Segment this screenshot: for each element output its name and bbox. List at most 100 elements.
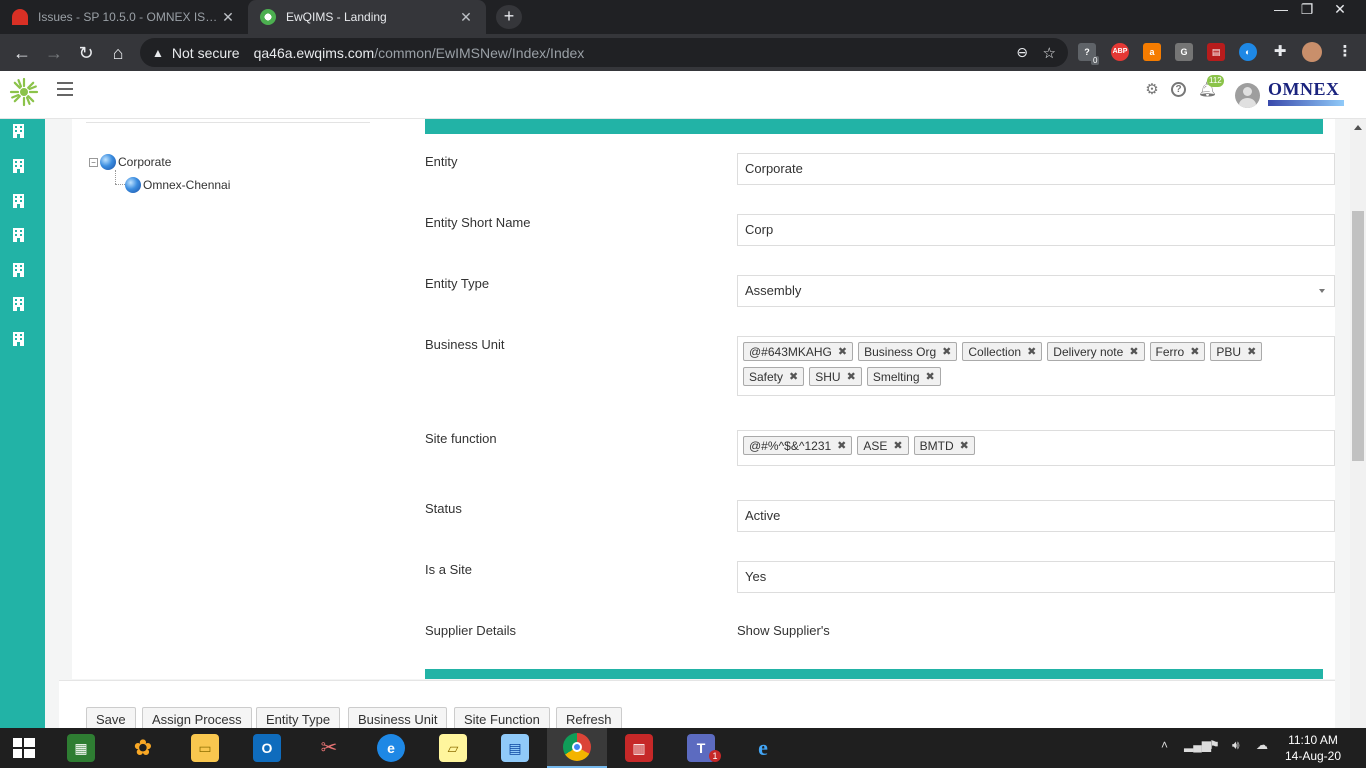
extension-badge: 0 (1091, 56, 1100, 65)
address-bar[interactable]: ▲ Not secure qa46a.ewqims.com/common/EwI… (140, 38, 1068, 67)
business-unit-label: Business Unit (425, 337, 505, 352)
remove-tag-icon[interactable]: ✖ (1129, 345, 1138, 358)
status-field[interactable]: Active (737, 500, 1335, 532)
pdf-extension-icon[interactable]: ▤ (1207, 43, 1225, 61)
file-explorer-icon[interactable]: ▭ (175, 728, 235, 768)
profile-avatar[interactable] (1302, 42, 1322, 62)
snipping-tool-icon[interactable]: ✂ (299, 728, 359, 768)
site-function-tag: @#%^$&^1231 ✖ (743, 436, 853, 455)
reload-icon[interactable]: ↻ (74, 41, 98, 65)
extension-color-icon[interactable]: ◐ (1239, 43, 1257, 61)
building-icon[interactable] (12, 228, 25, 242)
clock-date: 14-Aug-20 (1284, 749, 1342, 763)
flag-icon[interactable]: ⚑ (1209, 738, 1220, 752)
home-icon[interactable]: ⌂ (106, 41, 130, 65)
chevron-down-icon[interactable] (1319, 289, 1325, 293)
security-label: Not secure (171, 44, 240, 61)
close-icon[interactable]: ✕ (458, 9, 474, 26)
new-tab-button[interactable]: + (496, 5, 522, 29)
back-icon[interactable]: ← (10, 41, 34, 65)
tab-ewqims[interactable]: EwQIMS - Landing ✕ (248, 0, 486, 34)
tree-node-corporate[interactable]: − Corporate (89, 154, 171, 170)
remove-tag-icon[interactable]: ✖ (789, 370, 798, 383)
remove-tag-icon[interactable]: ✖ (1247, 345, 1256, 358)
business-unit-tag: Safety ✖ (743, 367, 805, 386)
section-footer-bar (425, 669, 1323, 679)
remove-tag-icon[interactable]: ✖ (847, 370, 856, 383)
network-icon[interactable]: ▂▄▆ (1184, 738, 1211, 752)
assign-process-button[interactable]: Assign Process (142, 707, 252, 729)
globe-icon (260, 9, 276, 25)
entity-short-name-field[interactable]: Corp (737, 214, 1335, 246)
business-unit-tag: Business Org ✖ (858, 342, 958, 361)
page-scrollbar[interactable] (1350, 119, 1366, 729)
hamburger-menu-icon[interactable] (57, 82, 73, 100)
sticky-notes-icon[interactable]: ▱ (423, 728, 483, 768)
calendar-app-icon[interactable]: ▦ (51, 728, 111, 768)
site-function-button[interactable]: Site Function (454, 707, 550, 729)
entity-type-select[interactable]: Assembly (737, 275, 1335, 307)
remove-tag-icon[interactable]: ✖ (838, 345, 847, 358)
refresh-button[interactable]: Refresh (556, 707, 622, 729)
flower-app-icon[interactable]: ✿ (113, 728, 173, 768)
remove-tag-icon[interactable]: ✖ (960, 439, 969, 452)
menu-dots-icon[interactable]: ⋮ (1336, 43, 1354, 61)
building-icon[interactable] (12, 124, 25, 138)
scrollbar-thumb[interactable] (1352, 211, 1364, 461)
remove-tag-icon[interactable]: ✖ (837, 439, 846, 452)
save-button[interactable]: Save (86, 707, 136, 729)
remove-tag-icon[interactable]: ✖ (893, 439, 902, 452)
url-host: qa46a.ewqims.com (253, 44, 375, 61)
bookmark-star-icon[interactable]: ☆ (1043, 44, 1056, 62)
remove-tag-icon[interactable]: ✖ (1190, 345, 1199, 358)
help-icon[interactable]: ? (1171, 82, 1186, 97)
tray-chevron-up-icon[interactable]: ˄ (1161, 738, 1168, 752)
shield-app-icon[interactable]: ▥ (609, 728, 669, 768)
site-function-multiselect[interactable]: @#%^$&^1231 ✖ ASE ✖ BMTD ✖ (737, 430, 1335, 466)
notepad-icon[interactable]: ▤ (485, 728, 545, 768)
windows-start-icon[interactable] (0, 728, 48, 768)
entity-type-label: Entity Type (425, 276, 490, 291)
remove-tag-icon[interactable]: ✖ (1027, 345, 1036, 358)
teams-icon[interactable]: T 1 (671, 728, 731, 768)
extensions-puzzle-icon[interactable]: ✚ (1271, 43, 1289, 61)
remove-tag-icon[interactable]: ✖ (926, 370, 935, 383)
building-icon[interactable] (12, 263, 25, 277)
browser-tabstrip: Issues - SP 10.5.0 - OMNEX ISSUE ✕ EwQIM… (0, 0, 1366, 34)
internet-explorer-icon[interactable]: e (733, 728, 793, 768)
close-window-icon[interactable]: ✕ (1323, 0, 1357, 34)
business-unit-multiselect[interactable]: @#643MKAHG ✖ Business Org ✖ Collection ✖ De… (737, 336, 1335, 396)
outlook-icon[interactable]: O (237, 728, 297, 768)
extension-bag-icon[interactable]: a (1143, 43, 1161, 61)
show-suppliers-link[interactable]: Show Supplier's (737, 623, 830, 638)
forward-icon[interactable]: → (42, 41, 66, 65)
entity-type-button[interactable]: Entity Type (256, 707, 341, 729)
extension-g-icon[interactable]: G (1175, 43, 1193, 61)
chrome-icon[interactable] (547, 728, 607, 768)
restore-icon[interactable]: ❐ (1290, 0, 1324, 34)
entity-field[interactable]: Corporate (737, 153, 1335, 185)
building-icon[interactable] (12, 332, 25, 346)
volume-icon[interactable]: 🔊︎ (1232, 738, 1240, 753)
adblock-icon[interactable]: ABP (1111, 43, 1129, 61)
cloud-icon[interactable]: ☁ (1256, 738, 1268, 752)
building-icon[interactable] (12, 297, 25, 311)
business-unit-button[interactable]: Business Unit (348, 707, 448, 729)
edge-icon[interactable]: e (361, 728, 421, 768)
scroll-up-icon[interactable] (1354, 125, 1362, 130)
remove-tag-icon[interactable]: ✖ (942, 345, 951, 358)
is-a-site-field[interactable]: Yes (737, 561, 1335, 593)
system-clock[interactable]: 11:10 AM 14-Aug-20 (1283, 732, 1343, 764)
settings-gear-icon[interactable]: ⚙ (1143, 81, 1161, 99)
entity-type-value: Assembly (745, 283, 802, 298)
building-icon[interactable] (12, 194, 25, 208)
close-icon[interactable]: ✕ (220, 9, 236, 26)
tab-issues[interactable]: Issues - SP 10.5.0 - OMNEX ISSUE ✕ (0, 0, 248, 34)
user-avatar[interactable] (1235, 83, 1260, 108)
app-logo[interactable] (9, 77, 39, 107)
tree-node-omnex-chennai[interactable]: Omnex-Chennai (125, 177, 230, 193)
jira-icon (12, 9, 28, 25)
building-icon[interactable] (12, 159, 25, 173)
collapse-icon[interactable]: − (89, 157, 98, 167)
zoom-icon[interactable]: ⊖ (1016, 44, 1028, 61)
